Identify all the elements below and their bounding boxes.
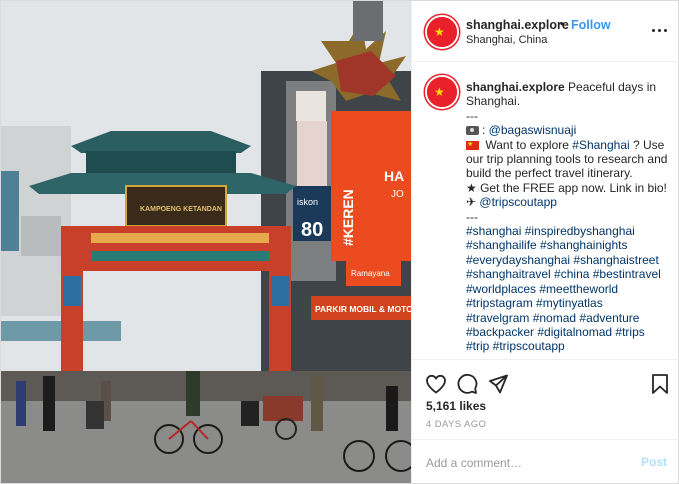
caption-line: ? Use xyxy=(629,137,665,152)
avatar[interactable]: ★ xyxy=(425,75,459,109)
hashtag-line[interactable]: #tripstagram #mytinyatlas xyxy=(466,296,672,310)
hashtag-line[interactable]: #trip #tripscoutapp xyxy=(466,339,672,353)
heart-icon[interactable] xyxy=(424,372,448,396)
caption-section: ★ shanghai.explore Peaceful days in Shan… xyxy=(412,63,679,359)
hashtag-line[interactable]: #backpacker #digitalnomad #trips xyxy=(466,325,672,339)
add-comment-section: Post xyxy=(412,439,679,483)
svg-text:#KEREN: #KEREN xyxy=(340,189,356,246)
location-link[interactable]: Shanghai, China xyxy=(466,34,547,46)
more-horizontal-icon[interactable] xyxy=(650,22,670,38)
caption-line: Peaceful days in xyxy=(568,80,657,94)
comment-icon[interactable] xyxy=(455,372,479,396)
caption-username[interactable]: shanghai.explore xyxy=(466,80,565,94)
post-header: ★ shanghai.explore • Follow Shanghai, Ch… xyxy=(412,1,679,62)
svg-text:KAMPOENG KETANDAN: KAMPOENG KETANDAN xyxy=(140,206,222,213)
hashtag-line[interactable]: #shanghaitravel #china #bestintravel xyxy=(466,267,672,281)
airplane-icon: ✈ xyxy=(466,195,480,210)
caption-line: Shanghai. xyxy=(466,94,521,109)
hashtag-line[interactable]: #travelgram #nomad #adventure xyxy=(466,311,672,325)
hashtag-line[interactable]: #everydayshanghai #shanghaistreet xyxy=(466,253,672,267)
post-comment-button[interactable]: Post xyxy=(641,455,667,469)
china-flag-icon: ★ xyxy=(427,77,457,107)
hashtag-line[interactable]: #shanghailife #shanghainights xyxy=(466,238,672,252)
mention-link[interactable]: @bagaswisnuaji xyxy=(489,123,577,137)
bookmark-icon[interactable] xyxy=(648,372,672,396)
caption-divider: --- xyxy=(466,209,478,224)
follow-button[interactable]: Follow xyxy=(571,18,611,32)
action-bar xyxy=(412,359,679,399)
post-card: 80 iskon HA JO #KEREN Ramayana PARKIR MO… xyxy=(0,0,679,484)
camera-icon xyxy=(466,126,479,136)
post-side-panel: ★ shanghai.explore • Follow Shanghai, Ch… xyxy=(411,1,679,483)
svg-text:JO: JO xyxy=(391,189,404,200)
post-timestamp[interactable]: 4 DAYS AGO xyxy=(426,419,486,430)
mention-link[interactable]: @tripscoutapp xyxy=(479,195,557,209)
share-icon[interactable] xyxy=(486,372,510,396)
svg-text:Ramayana: Ramayana xyxy=(351,269,390,278)
caption-line: ★ Get the FREE app now. Link in bio! xyxy=(466,180,667,195)
hashtag-line[interactable]: #worldplaces #meettheworld xyxy=(466,282,672,296)
likes-count[interactable]: 5,161 likes xyxy=(426,399,486,413)
post-photo[interactable]: 80 iskon HA JO #KEREN Ramayana PARKIR MO… xyxy=(1,1,411,483)
caption-text: shanghai.explore Peaceful days in Shangh… xyxy=(466,80,672,354)
hashtag-line[interactable]: #shanghai #inspiredbyshanghai xyxy=(466,224,672,238)
header-username[interactable]: shanghai.explore xyxy=(466,18,569,32)
china-flag-icon xyxy=(466,138,479,152)
svg-text:★: ★ xyxy=(434,25,445,39)
street-gate-photo: 80 iskon HA JO #KEREN Ramayana PARKIR MO… xyxy=(1,1,411,483)
avatar[interactable]: ★ xyxy=(425,15,459,49)
svg-text:iskon: iskon xyxy=(297,197,318,207)
china-flag-icon: ★ xyxy=(427,17,457,47)
header-separator: • xyxy=(560,17,565,31)
hashtag-link[interactable]: #Shanghai xyxy=(572,138,629,152)
comment-input[interactable] xyxy=(426,454,626,472)
caption-line: build the perfect travel itinerary. xyxy=(466,166,633,181)
photo-discount-text: 80 xyxy=(301,219,323,241)
caption-divider: --- xyxy=(466,108,478,123)
caption-line: Want to explore xyxy=(485,137,573,152)
svg-text:PARKIR MOBIL & MOTOR: PARKIR MOBIL & MOTOR xyxy=(315,304,411,314)
caption-line: our trip planning tools to research and xyxy=(466,152,668,167)
svg-text:★: ★ xyxy=(434,85,445,99)
svg-text:HA: HA xyxy=(384,168,404,184)
